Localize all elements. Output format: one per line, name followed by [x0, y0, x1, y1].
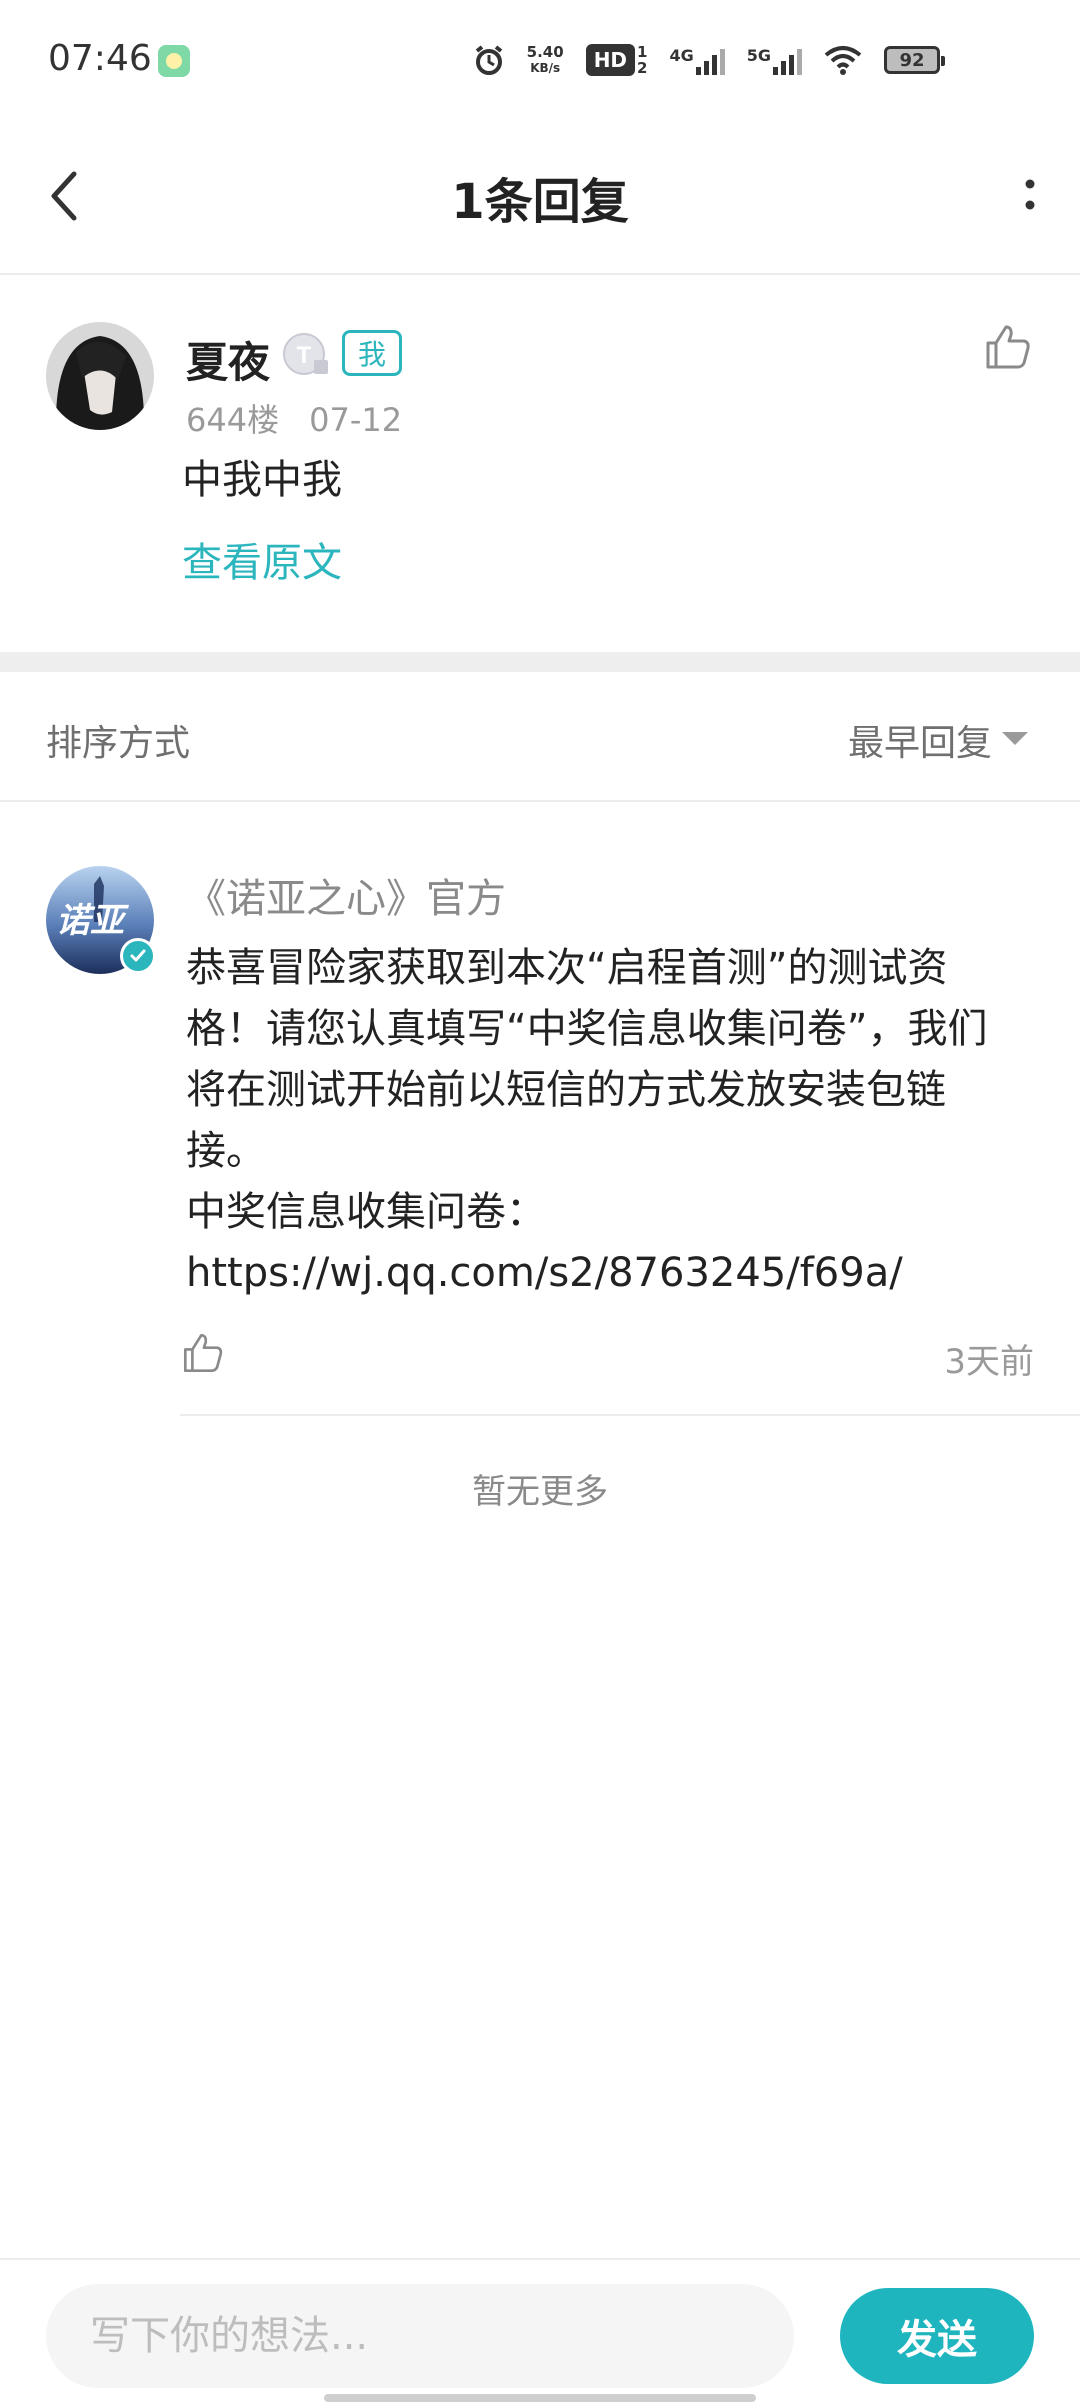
reply-author-name[interactable]: 《诺亚之心》官方 [186, 866, 506, 924]
status-bar: 07:46 5.40 KB/s HD 1 2 4G 5G 92 [0, 0, 1080, 120]
user-avatar-image [46, 322, 154, 430]
divider [180, 1414, 1080, 1416]
signal-4g-icon [695, 45, 725, 75]
floor-number: 644楼 [186, 401, 280, 439]
no-more-text: 暂无更多 [472, 1472, 608, 1512]
network-speed-unit: KB/s [530, 61, 561, 75]
avatar-text-label: 诺亚 [56, 901, 130, 941]
status-time: 07:46 [48, 38, 152, 79]
comment-composer: 发送 [0, 2258, 1080, 2408]
status-icons: 5.40 KB/s HD 1 2 4G 5G 92 [473, 40, 945, 80]
signal-5g: 5G [747, 45, 802, 75]
sim-1-label: 1 [637, 43, 648, 61]
post-date: 07-12 [309, 401, 403, 439]
sort-dropdown[interactable]: 最早回复 [848, 714, 992, 766]
sim-2-label: 2 [637, 59, 648, 77]
hd-indicator: HD 1 2 [585, 44, 647, 76]
sim-slots: 1 2 [637, 44, 647, 76]
original-comment: 夏夜 T 我 644楼 07-12 中我中我 查看原文 [0, 277, 1080, 652]
signal-5g-label: 5G [746, 46, 771, 65]
signal-4g-label: 4G [669, 46, 694, 65]
more-options-icon[interactable] [1010, 160, 1050, 232]
network-speed-value: 5.40 [526, 43, 564, 61]
section-divider [0, 652, 1080, 672]
comment-text: 中我中我 [182, 457, 342, 503]
level-badge-icon: T [283, 333, 328, 375]
send-button[interactable]: 发送 [840, 2288, 1034, 2384]
network-speed: 5.40 KB/s [527, 44, 564, 76]
chevron-down-icon[interactable] [1002, 732, 1028, 745]
home-indicator[interactable] [324, 2394, 756, 2402]
signal-4g: 4G [669, 45, 725, 75]
view-original-link[interactable]: 查看原文 [182, 530, 342, 588]
avatar-text: 诺亚 [56, 901, 130, 941]
battery-icon: 92 [884, 46, 945, 74]
verified-icon [120, 938, 156, 974]
comment-input[interactable] [46, 2284, 794, 2388]
thumbs-up-icon[interactable] [982, 321, 1034, 373]
post-meta: 644楼 07-12 [186, 395, 402, 441]
nav-bar: 1条回复 [0, 120, 1080, 275]
sort-bar: 排序方式 最早回复 [0, 672, 1080, 802]
author-name[interactable]: 夏夜 [186, 329, 270, 390]
signal-5g-icon [773, 45, 802, 75]
alarm-icon [475, 45, 502, 75]
battery-level: 92 [899, 49, 925, 71]
app-notification-icon [158, 45, 190, 77]
sort-label: 排序方式 [46, 723, 191, 764]
wifi-icon [824, 46, 862, 75]
hd-icon: HD [585, 44, 636, 76]
page-title: 1条回复 [451, 174, 629, 230]
me-tag: 我 [342, 330, 402, 376]
reply-text: 恭喜冒险家获取到本次“启程首测”的测试资 格！请您认真填写“中奖信息收集问卷”，… [186, 945, 988, 1296]
svg-text:T: T [297, 342, 312, 369]
thumbs-up-icon[interactable] [180, 1330, 226, 1376]
reply-timestamp: 3天前 [944, 1342, 1034, 1382]
reply-item: 诺亚 《诺亚之心》官方 恭喜冒险家获取到本次“启程首测”的测试资 格！请您认真填… [0, 804, 1080, 1416]
avatar[interactable] [46, 322, 154, 430]
